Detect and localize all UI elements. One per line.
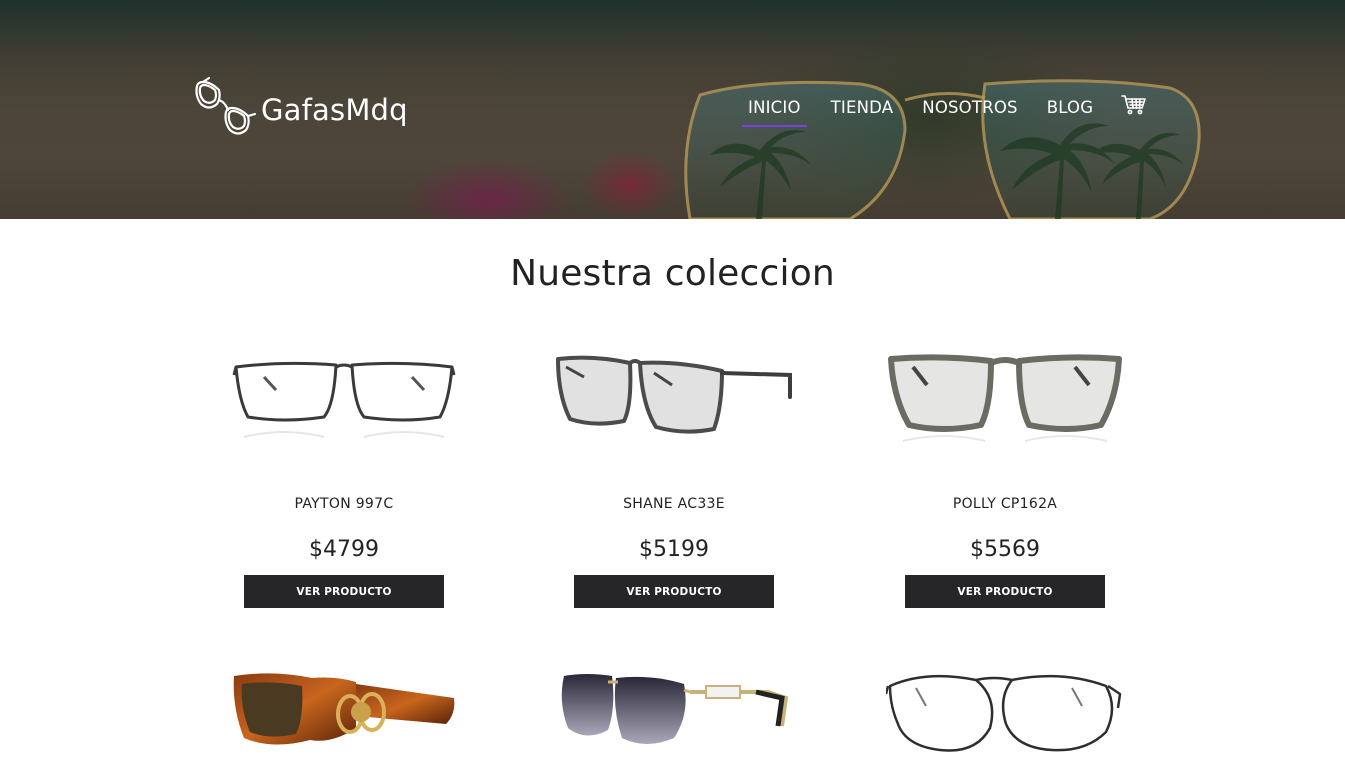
nav-item-tienda[interactable]: TIENDA bbox=[831, 96, 894, 125]
product-image-tortoise-sunglasses[interactable] bbox=[232, 668, 456, 768]
product-image-gradient-sunglasses[interactable] bbox=[556, 668, 792, 768]
product-image-polly[interactable] bbox=[885, 345, 1125, 455]
product-price: $4799 bbox=[309, 537, 379, 562]
product-name: POLLY CP162A bbox=[952, 496, 1058, 512]
product-image-shane[interactable] bbox=[554, 345, 794, 455]
product-name: SHANE AC33E bbox=[623, 496, 725, 512]
brand-logo[interactable]: GafasMdq bbox=[193, 76, 408, 142]
product-price: $5569 bbox=[970, 537, 1040, 562]
product-image-round-wire-glasses[interactable] bbox=[886, 668, 1126, 768]
nav-item-inicio[interactable]: INICIO bbox=[742, 96, 807, 127]
product-price: $5199 bbox=[639, 537, 709, 562]
main-nav: INICIO TIENDA NOSOTROS BLOG bbox=[742, 94, 1147, 127]
nav-item-blog[interactable]: BLOG bbox=[1047, 96, 1094, 125]
brand-name: GafasMdq bbox=[261, 93, 408, 127]
product-name: PAYTON 997C bbox=[294, 496, 394, 512]
hero-banner: GafasMdq INICIO TIENDA NOSOTROS BLOG bbox=[0, 0, 1345, 219]
glasses-logo-icon bbox=[195, 76, 257, 135]
product-image-payton[interactable] bbox=[224, 345, 464, 455]
view-product-button[interactable]: VER PRODUCTO bbox=[574, 575, 774, 608]
site-header: GafasMdq INICIO TIENDA NOSOTROS BLOG bbox=[0, 0, 1345, 219]
view-product-button[interactable]: VER PRODUCTO bbox=[244, 575, 444, 608]
nav-item-nosotros[interactable]: NOSOTROS bbox=[922, 96, 1017, 125]
cart-icon[interactable] bbox=[1121, 94, 1147, 116]
view-product-button[interactable]: VER PRODUCTO bbox=[905, 575, 1105, 608]
